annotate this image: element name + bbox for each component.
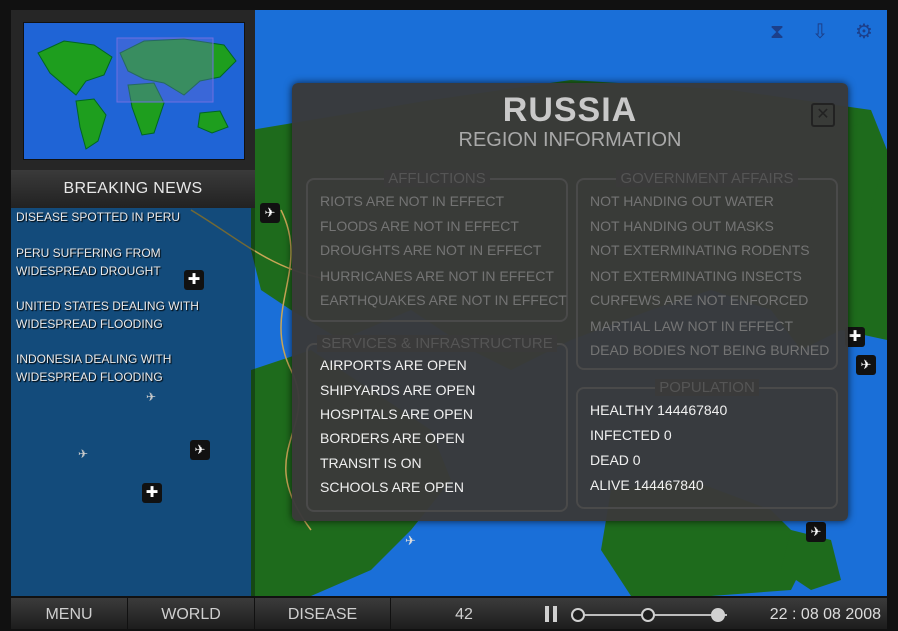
airport-icon[interactable]: ✈ bbox=[190, 440, 210, 460]
news-item: PERU SUFFERING FROM WIDESPREAD DROUGHT bbox=[16, 246, 161, 278]
affliction-item: EARTHQUAKES ARE NOT IN EFFECT bbox=[320, 292, 567, 308]
population-alive: ALIVE 144467840 bbox=[590, 477, 704, 493]
afflictions-section: AFFLICTIONS RIOTS ARE NOT IN EFFECT FLOO… bbox=[306, 170, 568, 322]
minimap[interactable] bbox=[23, 22, 245, 160]
download-arrow-icon[interactable]: ⇩ bbox=[809, 20, 831, 44]
service-item: AIRPORTS ARE OPEN bbox=[320, 357, 467, 373]
plane-icon: ✈ bbox=[405, 533, 416, 548]
world-button[interactable]: WORLD bbox=[128, 598, 255, 629]
plane-icon: ✈ bbox=[78, 447, 89, 461]
news-header: BREAKING NEWS bbox=[11, 170, 255, 208]
population-infected: INFECTED 0 bbox=[590, 427, 672, 443]
service-item: HOSPITALS ARE OPEN bbox=[320, 406, 474, 422]
affliction-item: RIOTS ARE NOT IN EFFECT bbox=[320, 193, 505, 209]
speed-knob[interactable] bbox=[571, 608, 585, 622]
speed-knob[interactable] bbox=[711, 608, 725, 622]
region-info-dialog: RUSSIA REGION INFORMATION ✕ AFFLICTIONS … bbox=[292, 83, 848, 521]
gear-icon[interactable]: ⚙ bbox=[853, 20, 875, 44]
population-dead: DEAD 0 bbox=[590, 452, 641, 468]
hospital-icon[interactable]: ✚ bbox=[142, 483, 162, 503]
airport-icon[interactable]: ✈ bbox=[260, 203, 280, 223]
affliction-item: FLOODS ARE NOT IN EFFECT bbox=[320, 218, 519, 234]
day-counter: 42 bbox=[455, 606, 473, 623]
news-panel: DISEASE SPOTTED IN PERU PERU SUFFERING F… bbox=[11, 208, 255, 596]
affliction-item: DROUGHTS ARE NOT IN EFFECT bbox=[320, 242, 542, 258]
minimap-container bbox=[11, 10, 255, 170]
hourglass-icon[interactable]: ⧗ bbox=[766, 20, 788, 44]
government-title: GOVERNMENT AFFAIRS bbox=[616, 170, 798, 187]
speed-knob[interactable] bbox=[641, 608, 655, 622]
news-item: INDONESIA DEALING WITH WIDESPREAD FLOODI… bbox=[16, 352, 172, 384]
left-panel: BREAKING NEWS DISEASE SPOTTED IN PERU PE… bbox=[11, 10, 255, 596]
government-item: NOT HANDING OUT MASKS bbox=[590, 218, 774, 234]
news-item: DISEASE SPOTTED IN PERU bbox=[16, 210, 181, 224]
plane-icon: ✈ bbox=[146, 390, 157, 404]
government-item: NOT HANDING OUT WATER bbox=[590, 193, 774, 209]
service-item: SCHOOLS ARE OPEN bbox=[320, 479, 464, 495]
hospital-icon[interactable]: ✚ bbox=[845, 327, 865, 347]
services-title: SERVICES & INFRASTRUCTURE bbox=[317, 335, 557, 352]
service-item: BORDERS ARE OPEN bbox=[320, 430, 465, 446]
population-title: POPULATION bbox=[655, 379, 759, 396]
game-clock: 22 : 08 08 2008 bbox=[769, 606, 881, 623]
region-title: RUSSIA bbox=[502, 91, 638, 129]
airport-icon[interactable]: ✈ bbox=[856, 355, 876, 375]
services-section: SERVICES & INFRASTRUCTURE AIRPORTS ARE O… bbox=[306, 335, 568, 512]
government-item: CURFEWS ARE NOT ENFORCED bbox=[590, 292, 809, 308]
affliction-item: HURRICANES ARE NOT IN EFFECT bbox=[320, 268, 554, 284]
government-item: NOT EXTERMINATING INSECTS bbox=[590, 268, 802, 284]
hospital-icon[interactable]: ✚ bbox=[184, 270, 204, 290]
population-section: POPULATION HEALTHY 144467840 INFECTED 0 … bbox=[576, 379, 838, 509]
afflictions-title: AFFLICTIONS bbox=[384, 170, 490, 187]
disease-button[interactable]: DISEASE bbox=[255, 598, 391, 629]
region-subtitle: REGION INFORMATION bbox=[458, 129, 682, 151]
close-icon[interactable]: ✕ bbox=[811, 103, 835, 127]
service-item: TRANSIT IS ON bbox=[320, 455, 422, 471]
population-healthy: HEALTHY 144467840 bbox=[590, 402, 728, 418]
government-item: DEAD BODIES NOT BEING BURNED bbox=[590, 342, 830, 358]
minimap-viewport[interactable] bbox=[116, 37, 214, 103]
pause-icon[interactable] bbox=[543, 606, 559, 622]
airport-icon[interactable]: ✈ bbox=[806, 522, 826, 542]
government-affairs-section: GOVERNMENT AFFAIRS NOT HANDING OUT WATER… bbox=[576, 170, 838, 370]
menu-button[interactable]: MENU bbox=[11, 598, 128, 629]
bottom-bar: MENU WORLD DISEASE 42 22 : 08 08 2008 bbox=[11, 598, 887, 629]
news-item: UNITED STATES DEALING WITH WIDESPREAD FL… bbox=[16, 299, 199, 331]
government-item: MARTIAL LAW NOT IN EFFECT bbox=[590, 318, 794, 334]
government-item: NOT EXTERMINATING RODENTS bbox=[590, 242, 810, 258]
service-item: SHIPYARDS ARE OPEN bbox=[320, 382, 476, 398]
